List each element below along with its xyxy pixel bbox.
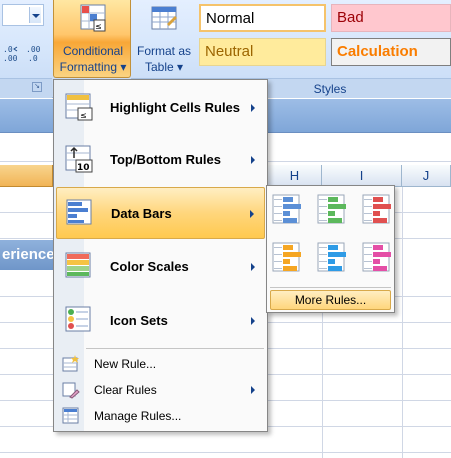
decrease-decimal-button[interactable]: .00 .0 <box>24 44 46 64</box>
number-group: .0 .00 .00 .0 ↘ <box>0 0 52 98</box>
new-rule-icon <box>62 355 79 372</box>
menu-item-clear-rules[interactable]: Clear Rules <box>56 378 265 402</box>
conditional-formatting-label-1: Conditional <box>62 44 124 58</box>
number-format-dropdown[interactable] <box>2 4 44 26</box>
style-neutral[interactable]: Neutral <box>199 38 326 66</box>
green-data-bar-icon[interactable] <box>317 194 347 226</box>
format-as-table-button[interactable]: Format as Table ▾ <box>131 0 197 78</box>
submenu-arrow-icon <box>251 317 255 325</box>
submenu-arrow-icon <box>250 210 254 218</box>
purple-data-bar-icon[interactable] <box>362 242 392 274</box>
blue-data-bar-icon[interactable] <box>272 194 302 226</box>
data-bars-icon <box>66 199 92 225</box>
conditional-formatting-button[interactable]: ≤ Conditional Formatting ▾ <box>53 0 131 78</box>
style-calculation[interactable]: Calculation <box>331 38 451 66</box>
highlight-cells-icon: ≤ <box>65 93 93 121</box>
menu-item-manage-rules[interactable]: Manage Rules... <box>56 404 265 428</box>
menu-item-label: Color Scales <box>110 259 189 274</box>
experience-header-cell[interactable]: erience <box>0 240 60 270</box>
increase-decimal-icon: .0 .00 <box>3 45 18 63</box>
manage-rules-icon <box>62 407 79 424</box>
format-as-table-label-1: Format as <box>136 44 191 58</box>
menu-item-data-bars[interactable]: Data Bars <box>56 187 265 239</box>
column-header-j[interactable]: J <box>402 165 451 187</box>
styles-group-label: Styles <box>313 82 347 96</box>
svg-text:.0: .0 <box>28 54 38 63</box>
grid-row-line <box>0 452 451 453</box>
format-as-table-label-2: Table ▾ <box>144 60 184 74</box>
selected-column-header[interactable] <box>0 165 53 187</box>
icon-sets-icon <box>65 306 91 332</box>
number-dialog-launcher-icon[interactable]: ↘ <box>32 82 42 92</box>
svg-text:≤: ≤ <box>80 111 87 120</box>
red-data-bar-icon[interactable] <box>362 194 392 226</box>
column-header-i[interactable]: I <box>322 165 402 187</box>
format-as-table-icon <box>151 6 177 30</box>
menu-separator <box>86 348 264 349</box>
svg-text:≤: ≤ <box>95 22 102 31</box>
menu-separator <box>270 287 391 288</box>
conditional-formatting-label-2: Formatting ▾ <box>59 60 127 74</box>
clear-rules-icon <box>62 382 80 399</box>
menu-item-label: Data Bars <box>111 206 172 221</box>
menu-item-icon-sets[interactable]: Icon Sets <box>56 295 265 347</box>
submenu-arrow-icon <box>251 104 255 112</box>
conditional-formatting-menu: ≤ Highlight Cells Rules 10 Top/Bottom Ru… <box>53 79 268 432</box>
style-normal[interactable]: Normal <box>199 4 326 32</box>
menu-item-label: Clear Rules <box>94 383 157 397</box>
column-header-h[interactable]: H <box>268 165 322 187</box>
color-scales-icon <box>65 252 91 278</box>
submenu-arrow-icon <box>251 263 255 271</box>
submenu-arrow-icon <box>251 386 255 394</box>
menu-item-highlight-cells-rules[interactable]: ≤ Highlight Cells Rules <box>56 82 265 134</box>
orange-data-bar-icon[interactable] <box>272 242 302 274</box>
more-rules-button[interactable]: More Rules... <box>270 290 391 310</box>
increase-decimal-button[interactable]: .0 .00 <box>2 44 24 64</box>
svg-text:.00: .00 <box>3 54 18 63</box>
data-bars-submenu: More Rules... <box>266 185 395 313</box>
svg-text:10: 10 <box>77 163 90 173</box>
decrease-decimal-icon: .00 .0 <box>26 45 41 63</box>
submenu-arrow-icon <box>251 156 255 164</box>
chevron-down-icon[interactable] <box>29 7 41 23</box>
svg-text:.00: .00 <box>26 45 41 54</box>
menu-item-label: Top/Bottom Rules <box>110 152 221 167</box>
top-bottom-icon: 10 <box>65 145 93 173</box>
menu-item-color-scales[interactable]: Color Scales <box>56 241 265 293</box>
svg-text:.0: .0 <box>3 45 13 54</box>
menu-item-label: Highlight Cells Rules <box>110 100 241 115</box>
style-bad[interactable]: Bad <box>331 4 451 32</box>
menu-item-label: Manage Rules... <box>94 409 182 423</box>
number-group-label-strip <box>0 78 52 98</box>
menu-item-label: New Rule... <box>94 357 157 371</box>
light-blue-data-bar-icon[interactable] <box>317 242 347 274</box>
menu-item-top-bottom-rules[interactable]: 10 Top/Bottom Rules <box>56 134 265 186</box>
menu-item-label: Icon Sets <box>110 313 168 328</box>
conditional-formatting-icon: ≤ <box>80 4 106 32</box>
grid-col-line <box>402 187 403 458</box>
menu-item-new-rule[interactable]: New Rule... <box>56 352 265 376</box>
